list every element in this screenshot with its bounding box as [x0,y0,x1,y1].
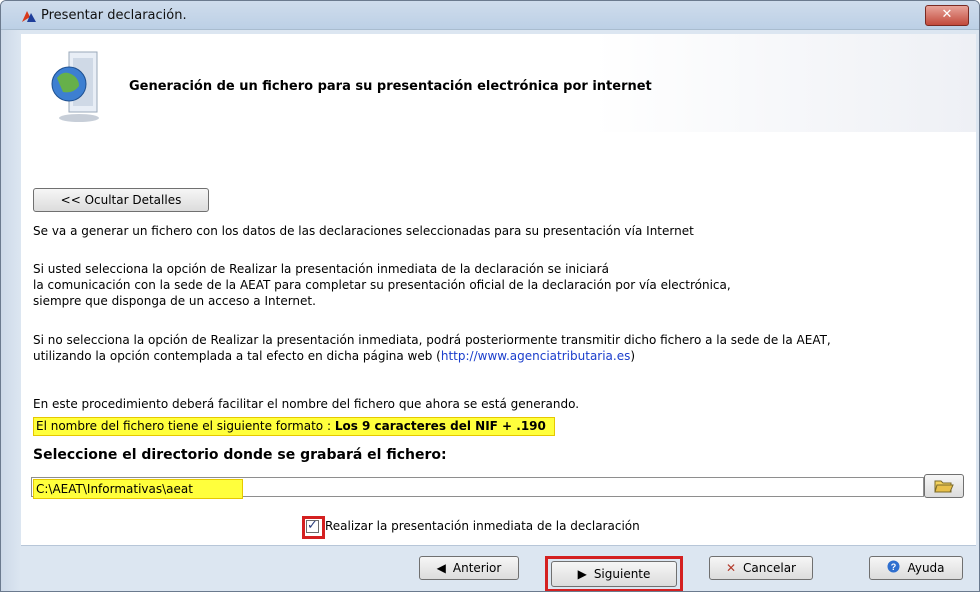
directory-input[interactable] [33,479,243,499]
aeat-website-link[interactable]: http://www.agenciatributaria.es [441,349,631,363]
cancel-button[interactable]: ✕ Cancelar [709,556,813,580]
question-circle-icon: ? [887,560,900,576]
window-title: Presentar declaración. [41,8,187,23]
immediate-submission-option[interactable]: ✓ Realizar la presentación inmediata de … [302,515,640,539]
triangle-left-icon: ◀ [436,561,446,575]
help-label: Ayuda [907,561,945,575]
format-prefix: El nombre del fichero tiene el siguiente… [36,419,335,433]
svg-text:?: ? [891,562,897,572]
dialog-window: Presentar declaración. ✕ Generación de u… [0,0,980,592]
aeat-logo-icon [22,11,36,22]
previous-button[interactable]: ◀ Anterior [419,556,519,580]
globe-document-icon [51,51,99,122]
left-panel-edge [1,30,21,591]
annotation-outline [302,515,325,539]
close-button[interactable]: ✕ [925,5,969,26]
procedure-text: En este procedimiento deberá facilitar e… [33,397,580,411]
info-line-with-link: utilizando la opción contemplada a tal e… [33,348,635,364]
wizard-header: Generación de un fichero para su present… [21,34,976,132]
hide-details-button[interactable]: << Ocultar Detalles [33,188,209,212]
info-line: Si usted selecciona la opción de Realiza… [33,262,609,276]
open-folder-icon [934,480,954,493]
previous-label: Anterior [452,561,502,575]
format-value: Los 9 caracteres del NIF + .190 [334,419,546,433]
link-suffix: ) [630,349,636,363]
title-bar: Presentar declaración. ✕ [1,1,979,30]
annotation-outline [545,556,683,591]
intro-text: Se va a generar un fichero con los datos… [33,224,694,238]
checkbox-label: Realizar la presentación inmediata de la… [325,519,640,533]
browse-folder-button[interactable] [924,474,964,498]
button-bar: ◀ Anterior ▶ Siguiente ✕ Cancelar ? Ayuda [21,545,976,591]
content-panel: << Ocultar Detalles Se va a generar un f… [21,132,976,545]
filename-format-highlight: El nombre del fichero tiene el siguiente… [33,417,555,436]
directory-label: Seleccione el directorio donde se grabar… [33,447,447,463]
cancel-label: Cancelar [743,561,796,575]
header-title: Generación de un fichero para su present… [129,79,652,94]
directory-field[interactable] [31,477,924,499]
link-prefix: utilizando la opción contemplada a tal e… [33,349,441,363]
info-line: Si no selecciona la opción de Realizar l… [33,333,831,347]
x-icon: ✕ [725,561,737,575]
help-button[interactable]: ? Ayuda [869,556,963,580]
info-line: la comunicación con la sede de la AEAT p… [33,278,731,292]
immediate-submission-checkbox[interactable]: ✓ [302,515,325,539]
info-line: siempre que disponga de un acceso a Inte… [33,294,316,308]
